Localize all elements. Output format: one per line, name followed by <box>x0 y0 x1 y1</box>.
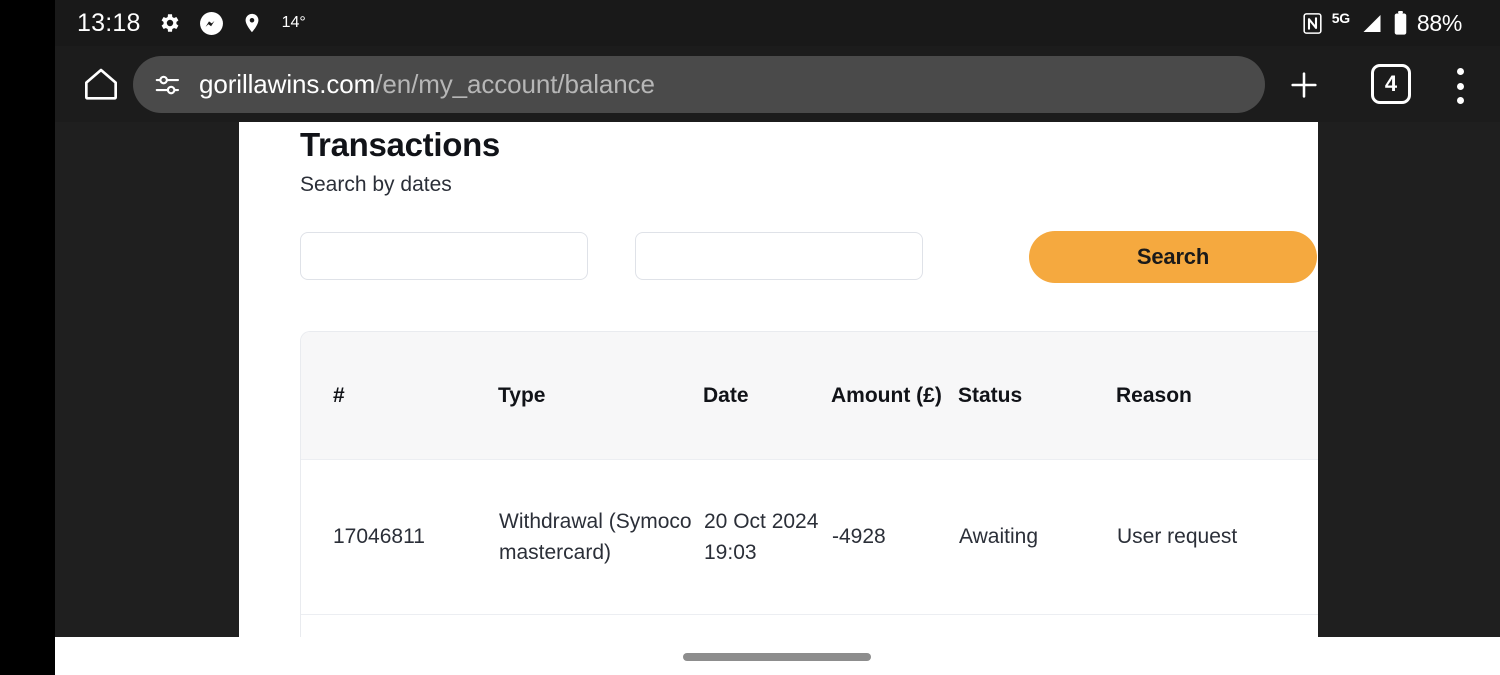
page-info-tune-icon[interactable] <box>153 70 183 100</box>
cell-amount <box>831 614 958 637</box>
home-indicator-bar[interactable] <box>683 653 871 661</box>
column-header-type: Type <box>498 383 546 407</box>
search-button[interactable]: Search <box>1029 231 1317 283</box>
tab-counter-button[interactable]: 4 <box>1371 64 1411 104</box>
cell-type <box>498 614 703 637</box>
tab-count-label: 4 <box>1384 71 1398 96</box>
three-dot-menu-icon[interactable] <box>1455 68 1465 104</box>
cell-date: 20 Oct 2024 19:03 <box>703 459 831 615</box>
menu-dot <box>1456 68 1464 75</box>
battery-percentage: 88% <box>1416 9 1462 36</box>
menu-dot <box>1456 82 1464 90</box>
column-header-status: Status <box>958 383 1023 407</box>
screen-left-black-bar <box>0 0 55 675</box>
nfc-icon <box>1302 12 1323 35</box>
status-bar-left-group: 13:18 14° <box>77 0 306 46</box>
menu-dot <box>1456 97 1464 104</box>
date-to-input[interactable] <box>635 232 923 280</box>
home-icon[interactable] <box>77 60 125 108</box>
transactions-table-container: # Type Date Amount (£) Status Reason 170… <box>300 331 1318 637</box>
cell-id: 17046811 <box>301 459 498 615</box>
phone-screen: 13:18 14° 5G 88% gorillawins.com/en/my_a… <box>0 0 1500 675</box>
transactions-table: # Type Date Amount (£) Status Reason 170… <box>301 332 1318 637</box>
cell-amount: -4928 <box>831 459 958 615</box>
web-page-viewport: Transactions Search by dates Search # Ty… <box>239 122 1318 637</box>
gear-icon <box>158 11 182 35</box>
status-bar-temperature: 14° <box>281 14 306 31</box>
plus-icon[interactable] <box>1287 68 1321 102</box>
cell-date <box>703 614 831 637</box>
status-bar-clock: 13:18 <box>77 8 141 37</box>
signal-icon <box>1359 11 1384 35</box>
network-type-label: 5G <box>1331 10 1350 26</box>
date-from-input[interactable] <box>300 232 588 280</box>
column-header-id: # <box>333 383 345 407</box>
table-row: 17046811 Withdrawal (Symoco mastercard) … <box>301 459 1318 615</box>
table-header: # Type Date Amount (£) Status Reason <box>301 332 1318 460</box>
location-pin-icon <box>241 11 263 35</box>
status-bar: 13:18 14° 5G 88% <box>55 0 1500 46</box>
column-header-date: Date <box>703 383 749 407</box>
url-domain: gorillawins.com <box>199 69 376 99</box>
table-body: 17046811 Withdrawal (Symoco mastercard) … <box>301 459 1318 637</box>
status-bar-right-group: 5G 88% <box>1302 0 1462 46</box>
table-header-row: # Type Date Amount (£) Status Reason <box>301 332 1318 460</box>
browser-toolbar: gorillawins.com/en/my_account/balance 4 <box>55 46 1500 122</box>
table-row <box>301 614 1318 637</box>
column-header-reason: Reason <box>1116 383 1192 407</box>
cell-reason <box>1116 614 1318 637</box>
cell-type: Withdrawal (Symoco mastercard) <box>498 459 703 615</box>
url-text: gorillawins.com/en/my_account/balance <box>199 69 655 100</box>
cell-status <box>958 614 1116 637</box>
search-filter-row: Search <box>300 231 1318 292</box>
url-bar[interactable]: gorillawins.com/en/my_account/balance <box>133 56 1265 113</box>
page-title: Transactions <box>300 126 500 163</box>
messenger-icon <box>199 11 224 36</box>
column-header-amount: Amount (£) <box>831 383 942 407</box>
cell-id <box>301 614 498 637</box>
cell-status: Awaiting <box>958 459 1116 615</box>
url-path: /en/my_account/balance <box>375 69 655 99</box>
cell-reason: User request <box>1116 459 1318 615</box>
battery-icon <box>1393 10 1408 36</box>
search-section-label: Search by dates <box>300 173 452 196</box>
